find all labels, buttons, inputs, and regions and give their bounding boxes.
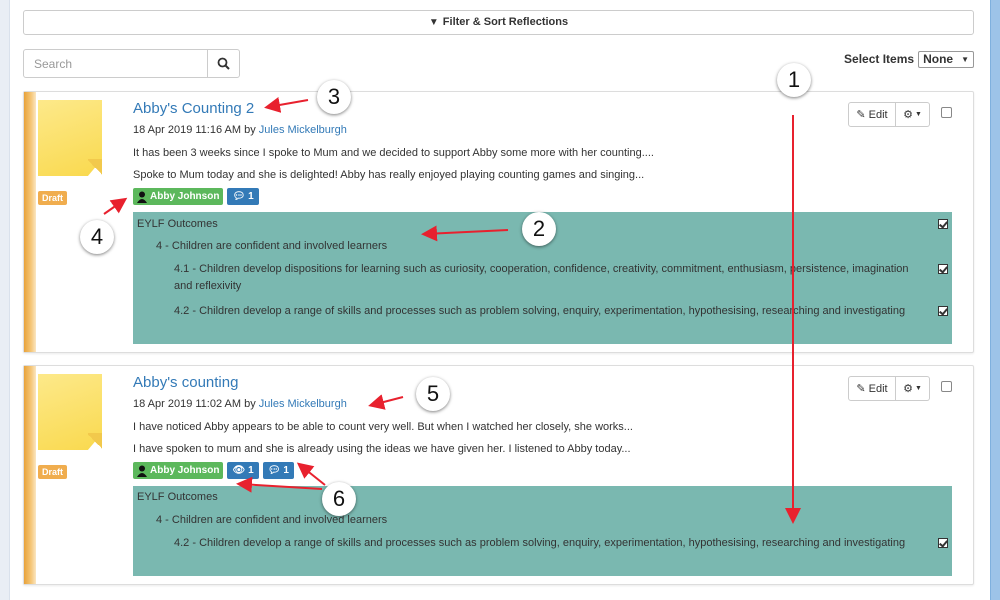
annotation-callout-2: 2 (522, 212, 556, 246)
annotation-callout-5: 5 (416, 377, 450, 411)
annotation-callout-1: 1 (777, 63, 811, 97)
annotation-arrow-4 (103, 197, 128, 215)
annotation-arrow-2 (421, 225, 509, 242)
annotation-arrows (103, 97, 801, 524)
annotation-arrow-5 (368, 394, 404, 410)
annotation-arrow-6a (236, 476, 323, 493)
annotation-callout-4: 4 (80, 220, 114, 254)
annotation-arrow-6b (296, 462, 326, 486)
annotation-callout-3: 3 (317, 80, 351, 114)
annotation-arrow-3 (264, 97, 309, 113)
annotation-callout-6: 6 (322, 482, 356, 516)
